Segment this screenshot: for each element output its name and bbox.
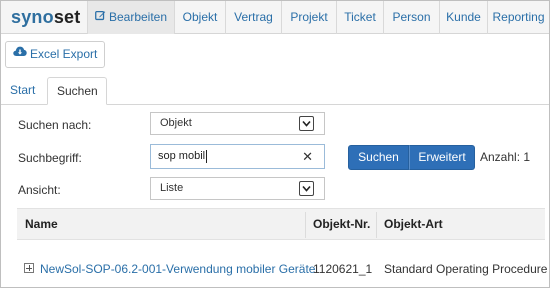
tab-start-label: Start [10, 83, 36, 97]
nav-tab-label: Kunde [446, 10, 481, 24]
nav-tab-label: Projekt [290, 10, 328, 24]
brand-logo-part2: set [53, 7, 81, 27]
nav-tab-vertrag[interactable]: Vertrag [225, 1, 281, 34]
search-term-value: sop mobil [158, 150, 206, 162]
nav-tab-label: Bearbeiten [108, 10, 168, 24]
clear-icon[interactable]: ✕ [302, 145, 313, 168]
nav-tab-label: Vertrag [234, 10, 273, 24]
column-divider [305, 212, 306, 238]
nav-tab-label: Reporting [492, 10, 545, 24]
advanced-search-button[interactable]: Erweitert [409, 145, 475, 170]
edit-icon [95, 1, 106, 34]
excel-export-button[interactable]: Excel Export [5, 41, 105, 68]
view-select[interactable]: Liste [150, 177, 325, 200]
nav-tab-objekt[interactable]: Objekt [174, 1, 225, 34]
cloud-download-icon [13, 41, 27, 66]
nav-tab-label: Person [392, 10, 431, 24]
nav-tab-ticket[interactable]: Ticket [336, 1, 383, 34]
tab-start[interactable]: Start [1, 77, 44, 105]
result-count: Anzahl: 1 [480, 150, 531, 164]
table-header: Name Objekt-Nr. Objekt-Art [17, 208, 545, 240]
nav-tab-kunde[interactable]: Kunde [439, 1, 487, 34]
column-header-type[interactable]: Objekt-Art [384, 209, 443, 241]
nav-tab-label: Objekt [182, 10, 218, 24]
column-divider [376, 212, 377, 238]
nav-tab-reporting[interactable]: Reporting [487, 1, 549, 34]
column-header-number[interactable]: Objekt-Nr. [313, 209, 370, 241]
brand-logo-part1: syno [11, 7, 54, 27]
tab-suchen-label: Suchen [57, 84, 98, 98]
nav-tab-label: Ticket [344, 10, 376, 24]
search-for-value: Objekt [160, 117, 192, 129]
view-label: Ansicht: [18, 183, 61, 197]
column-header-name[interactable]: Name [25, 209, 58, 241]
table-row-type: Standard Operating Procedure [384, 262, 548, 276]
nav-tab-projekt[interactable]: Projekt [281, 1, 336, 34]
expand-row-icon[interactable] [24, 263, 34, 273]
chevron-down-icon [299, 116, 314, 131]
search-for-label: Suchen nach: [18, 118, 92, 132]
top-navigation: synoset Bearbeiten Objekt Vertrag Projek… [1, 1, 549, 34]
brand-logo[interactable]: synoset [11, 7, 80, 28]
search-button[interactable]: Suchen [348, 145, 409, 170]
nav-tab-bearbeiten[interactable]: Bearbeiten [87, 1, 174, 34]
table-row-name-link[interactable]: NewSol-SOP-06.2-001-Verwendung mobiler G… [40, 262, 315, 276]
nav-tab-person[interactable]: Person [383, 1, 439, 34]
text-cursor [206, 149, 208, 163]
search-term-input[interactable]: sop mobil ✕ [150, 144, 325, 169]
chevron-down-icon [299, 181, 314, 196]
excel-export-label: Excel Export [30, 47, 98, 61]
view-value: Liste [160, 182, 184, 194]
tab-suchen[interactable]: Suchen [47, 77, 107, 105]
search-for-select[interactable]: Objekt [150, 112, 325, 135]
search-term-label: Suchbegriff: [18, 151, 82, 165]
table-row-number: 1120621_1 [313, 262, 373, 276]
